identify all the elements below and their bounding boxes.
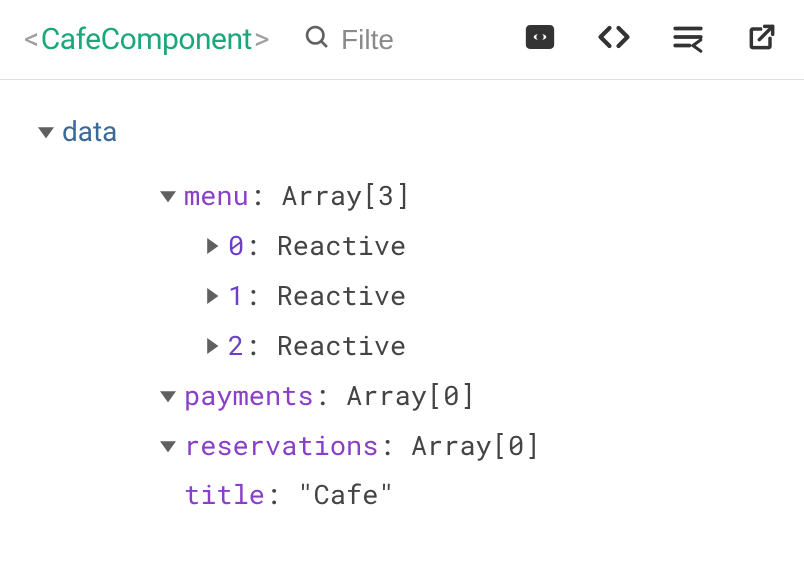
property-label: menu: Array[3] <box>184 175 411 217</box>
open-external-icon <box>746 21 778 59</box>
data-tree: data menu: Array[3] 0: Reactive 1: React… <box>0 80 804 520</box>
format-button[interactable] <box>670 22 706 58</box>
tree-node-menu-0[interactable]: 0: Reactive <box>80 221 782 271</box>
tree-node-menu[interactable]: menu: Array[3] <box>80 171 782 221</box>
angle-left: < <box>24 22 39 57</box>
component-name: CafeComponent <box>41 22 252 57</box>
property-label: 0: Reactive <box>228 225 406 267</box>
component-tag: < CafeComponent > <box>24 22 269 57</box>
tree-node-payments[interactable]: payments: Array[0] <box>80 371 782 421</box>
angle-right: > <box>254 22 269 57</box>
inspect-button[interactable] <box>522 22 558 58</box>
caret-down-icon <box>158 438 178 454</box>
tree-children: menu: Array[3] 0: Reactive 1: Reactive 2… <box>36 157 782 520</box>
code-button[interactable] <box>596 22 632 58</box>
caret-right-icon <box>202 288 222 304</box>
tree-node-menu-1[interactable]: 1: Reactive <box>80 271 782 321</box>
eye-box-icon <box>523 20 557 60</box>
caret-down-icon <box>36 124 56 140</box>
property-label: title: "Cafe" <box>184 474 395 516</box>
format-lines-icon <box>671 20 705 60</box>
data-label: data <box>62 110 117 153</box>
tree-node-menu-2[interactable]: 2: Reactive <box>80 321 782 371</box>
filter-field[interactable] <box>303 23 443 57</box>
property-label: reservations: Array[0] <box>184 425 540 467</box>
open-external-button[interactable] <box>744 22 780 58</box>
caret-down-icon <box>158 188 178 204</box>
property-label: 2: Reactive <box>228 325 406 367</box>
property-label: 1: Reactive <box>228 275 406 317</box>
angle-brackets-icon <box>596 19 632 61</box>
property-label: payments: Array[0] <box>184 375 476 417</box>
inspector-header: < CafeComponent > <box>0 0 804 80</box>
tree-node-title[interactable]: title: "Cafe" <box>80 470 782 520</box>
caret-down-icon <box>158 388 178 404</box>
tree-node-reservations[interactable]: reservations: Array[0] <box>80 421 782 471</box>
toolbar <box>522 22 780 58</box>
caret-right-icon <box>202 238 222 254</box>
caret-right-icon <box>202 338 222 354</box>
search-icon <box>303 23 331 57</box>
filter-input[interactable] <box>341 24 431 56</box>
tree-node-data[interactable]: data <box>36 106 782 157</box>
